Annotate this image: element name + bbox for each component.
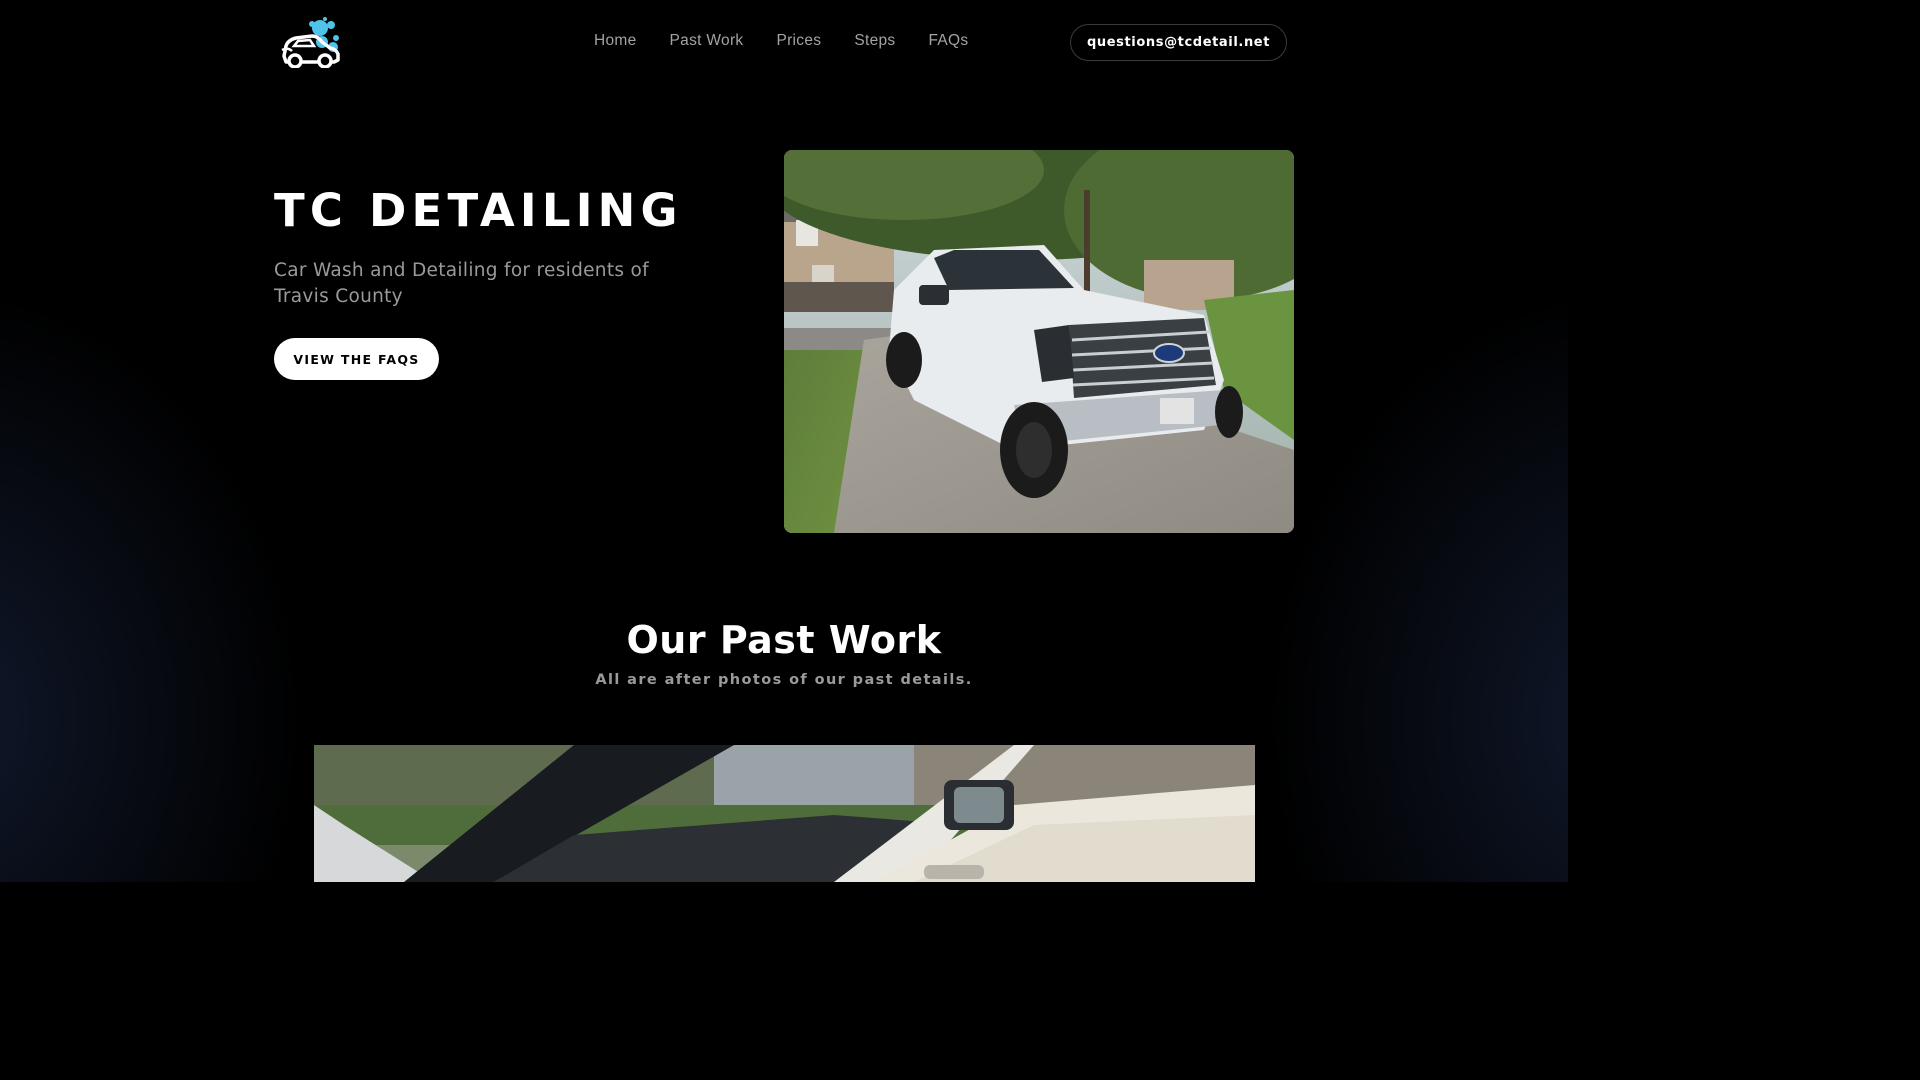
email-button[interactable]: questions@tcdetail.net [1070,24,1287,61]
nav-link-steps[interactable]: Steps [854,31,895,51]
past-work-subtitle: All are after photos of our past details… [595,672,973,688]
nav-link-past-work[interactable]: Past Work [670,31,744,51]
nav-link-home[interactable]: Home [594,31,637,51]
view-faqs-button[interactable]: VIEW THE FAQS [274,338,439,380]
past-work-title: Our Past Work [626,618,942,662]
hero-subtitle: Car Wash and Detailing for residents of … [274,260,649,307]
page: Home Past Work Prices Steps FAQs questio… [0,0,1568,882]
hero-title: TC DETAILING [274,184,683,237]
white-pickup-truck-photo [784,150,1294,533]
car-interior-photo [314,745,1255,882]
car-wash-logo-icon[interactable] [278,16,344,68]
nav-link-prices[interactable]: Prices [776,31,821,51]
nav-links: Home Past Work Prices Steps FAQs [594,31,968,51]
top-nav: Home Past Work Prices Steps FAQs questio… [0,0,1568,84]
nav-link-faqs[interactable]: FAQs [928,31,968,51]
